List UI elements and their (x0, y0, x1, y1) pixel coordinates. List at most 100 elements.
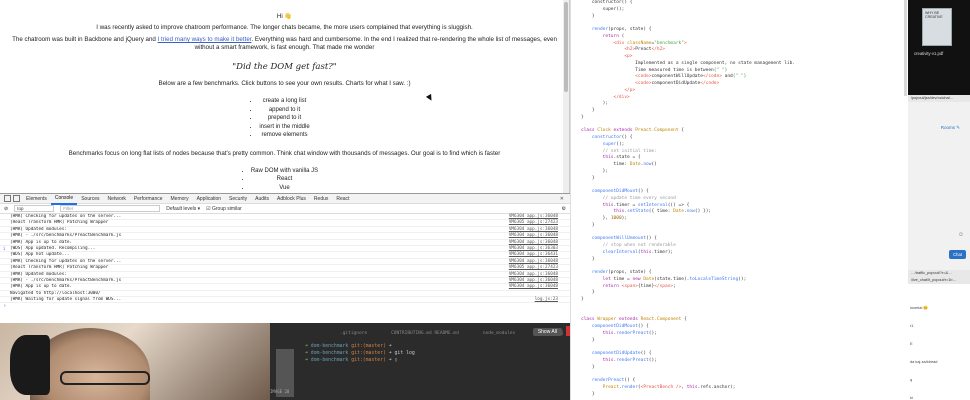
devtools-tab[interactable]: Memory (167, 194, 193, 204)
console-source-link[interactable]: VM6304 app.js:36048 (509, 278, 558, 283)
console-source-link[interactable]: VM6304 app.js:36431 (509, 252, 558, 257)
emoji-icon[interactable]: ☺ (958, 232, 964, 238)
background-paragraph: The chatroom was built in Backbone and j… (10, 36, 559, 52)
code-token: renderPreact (616, 357, 649, 363)
context-select[interactable]: top (14, 205, 55, 212)
code-token: this (581, 155, 614, 161)
benchmark-action-item[interactable]: append to it (259, 106, 309, 115)
code-token: extends (618, 317, 641, 323)
code-token: } (581, 114, 584, 120)
file-item[interactable]: .gitignore (340, 331, 367, 336)
chat-line: E (910, 341, 913, 346)
gear-icon[interactable]: ⚙ (562, 206, 566, 212)
code-token: setState (627, 209, 649, 215)
filter-input[interactable]: Filter (60, 205, 161, 212)
rooms-link[interactable]: Rooms ✎ (941, 125, 960, 131)
devtools-tab[interactable]: Network (104, 194, 130, 204)
console-source-link[interactable]: VM6304 app.js:36048 (509, 284, 558, 289)
benchmark-action-item[interactable]: remove elements (259, 131, 309, 140)
devtools-tab[interactable]: Performance (130, 194, 167, 204)
browser-page: Hi 👋 I was recently asked to improve cha… (0, 0, 570, 193)
code-token: clearInterval (581, 249, 638, 255)
code-token: } (581, 175, 595, 181)
device-toggle-icon[interactable] (13, 195, 20, 202)
devtools-tab[interactable]: Audits (251, 194, 273, 204)
headline-quote: "Did the DOM get fast?" (232, 62, 337, 72)
code-token: renderPreact (616, 330, 649, 336)
file-item[interactable]: CONTRIBUTING.md README.md (391, 331, 459, 336)
console-source-link[interactable]: VM6304 app.js:36048 (509, 240, 558, 245)
framework-item[interactable]: Vue (251, 184, 318, 193)
console-source-link[interactable]: VM6304 app.js:36048 (509, 214, 558, 219)
code-token: componentWillUnmount (581, 236, 647, 242)
code-token: Preact (635, 47, 652, 53)
code-line: time: Date.now() (571, 162, 908, 169)
benchmark-action-item[interactable]: insert in the middle (259, 123, 309, 132)
pdf-thumbnail[interactable]: WHY BE CREATIVE (922, 8, 952, 46)
page-scrollbar[interactable] (563, 0, 569, 193)
console-source-link[interactable]: VM6304 app.js:36303 (509, 246, 558, 251)
code-token: }; (581, 168, 609, 174)
devtools-tab[interactable]: Sources (77, 194, 103, 204)
devtools-tab[interactable]: Security (225, 194, 251, 204)
devtools-tab[interactable]: React (332, 194, 353, 204)
console-prompt[interactable]: › (0, 303, 570, 310)
console-source-link[interactable]: VM6304 app.js:36048 (509, 272, 558, 277)
terminal-path: dom-benchmark (310, 344, 352, 349)
code-editor[interactable]: constructor() { super(); } render(props,… (570, 0, 908, 400)
framework-item[interactable]: React (251, 175, 318, 184)
console-source-link[interactable]: log.js:23 (535, 297, 558, 302)
code-token: > (683, 40, 687, 46)
benchmark-action-item[interactable]: prepend to it (259, 114, 309, 123)
devtools-tabs: Elements Console Sources Network Performance… (0, 193, 570, 205)
code-token: // set initial time: (581, 148, 657, 154)
console-message: [HMR] Checking for updates on the server… (10, 214, 122, 219)
code-line: } (571, 14, 908, 21)
console-source-link[interactable]: VM6304 app.js:36048 (509, 259, 558, 264)
code-token: componentDidMount (581, 189, 638, 194)
show-all-button[interactable]: Show All (532, 328, 562, 336)
editor-scrollbar[interactable] (904, 0, 907, 96)
code-line: // stop when not renderable (571, 243, 908, 250)
devtools-tab[interactable]: Redux (310, 194, 332, 204)
console-source-link[interactable]: VM6305 app.js:27423 (509, 265, 558, 270)
framework-item[interactable]: Raw DOM with vanilla JS (251, 167, 318, 176)
code-token: React.Component (640, 317, 682, 323)
code-token: (props, state) { (608, 270, 652, 275)
chat-button[interactable]: Chat (949, 250, 966, 259)
devtools-tab[interactable]: Console (50, 193, 78, 205)
terminal-path: dom-benchmark (310, 351, 352, 356)
devtools-tab[interactable]: Application (193, 194, 225, 204)
code-line: renderPreact() { (571, 378, 908, 385)
console-source-link[interactable]: VM6304 app.js:36048 (509, 227, 558, 232)
devtools-tab[interactable]: Elements (22, 194, 51, 204)
devtools-tab[interactable]: Adblock Plus (273, 194, 310, 204)
levels-select[interactable]: Default levels ▾ (166, 206, 200, 212)
group-similar-label: Group similar (212, 205, 242, 212)
finder-files-row: .gitignore CONTRIBUTING.md README.md node_… (270, 323, 570, 343)
attempts-link[interactable]: I tried many ways to make it better (158, 36, 252, 43)
benchmark-action-item[interactable]: create a long list (259, 97, 309, 106)
code-token: () { (621, 135, 633, 140)
clear-console-icon[interactable]: ⊘ (4, 206, 8, 212)
code-token: Clock (597, 128, 614, 134)
console-source-link[interactable]: VM6305 app.js:27423 (509, 220, 558, 225)
code-token: (); (616, 141, 625, 147)
code-line: super(); (571, 7, 908, 14)
code-line: constructor() { (571, 0, 908, 7)
code-token: } (581, 290, 595, 296)
terminal-command: ➜ git log (388, 351, 415, 356)
scrollbar-thumb[interactable] (564, 2, 568, 92)
devtools-panel: Elements Console Sources Network Performance… (0, 193, 570, 323)
console-message: [React Transform HMR] Patching Wrapper (10, 220, 109, 226)
group-similar-checkbox[interactable]: ☑ Group similar (206, 206, 242, 212)
console-source-link[interactable]: VM6304 app.js:36048 (509, 233, 558, 238)
code-token: (() => { (667, 202, 690, 208)
inspect-icon[interactable] (4, 195, 11, 202)
file-item[interactable]: node_modules (483, 331, 516, 336)
focus-paragraph: Benchmarks focus on long flat lists of n… (68, 149, 501, 157)
close-icon[interactable]: ✕ (560, 196, 564, 202)
code-token: renderPreact (581, 378, 625, 383)
